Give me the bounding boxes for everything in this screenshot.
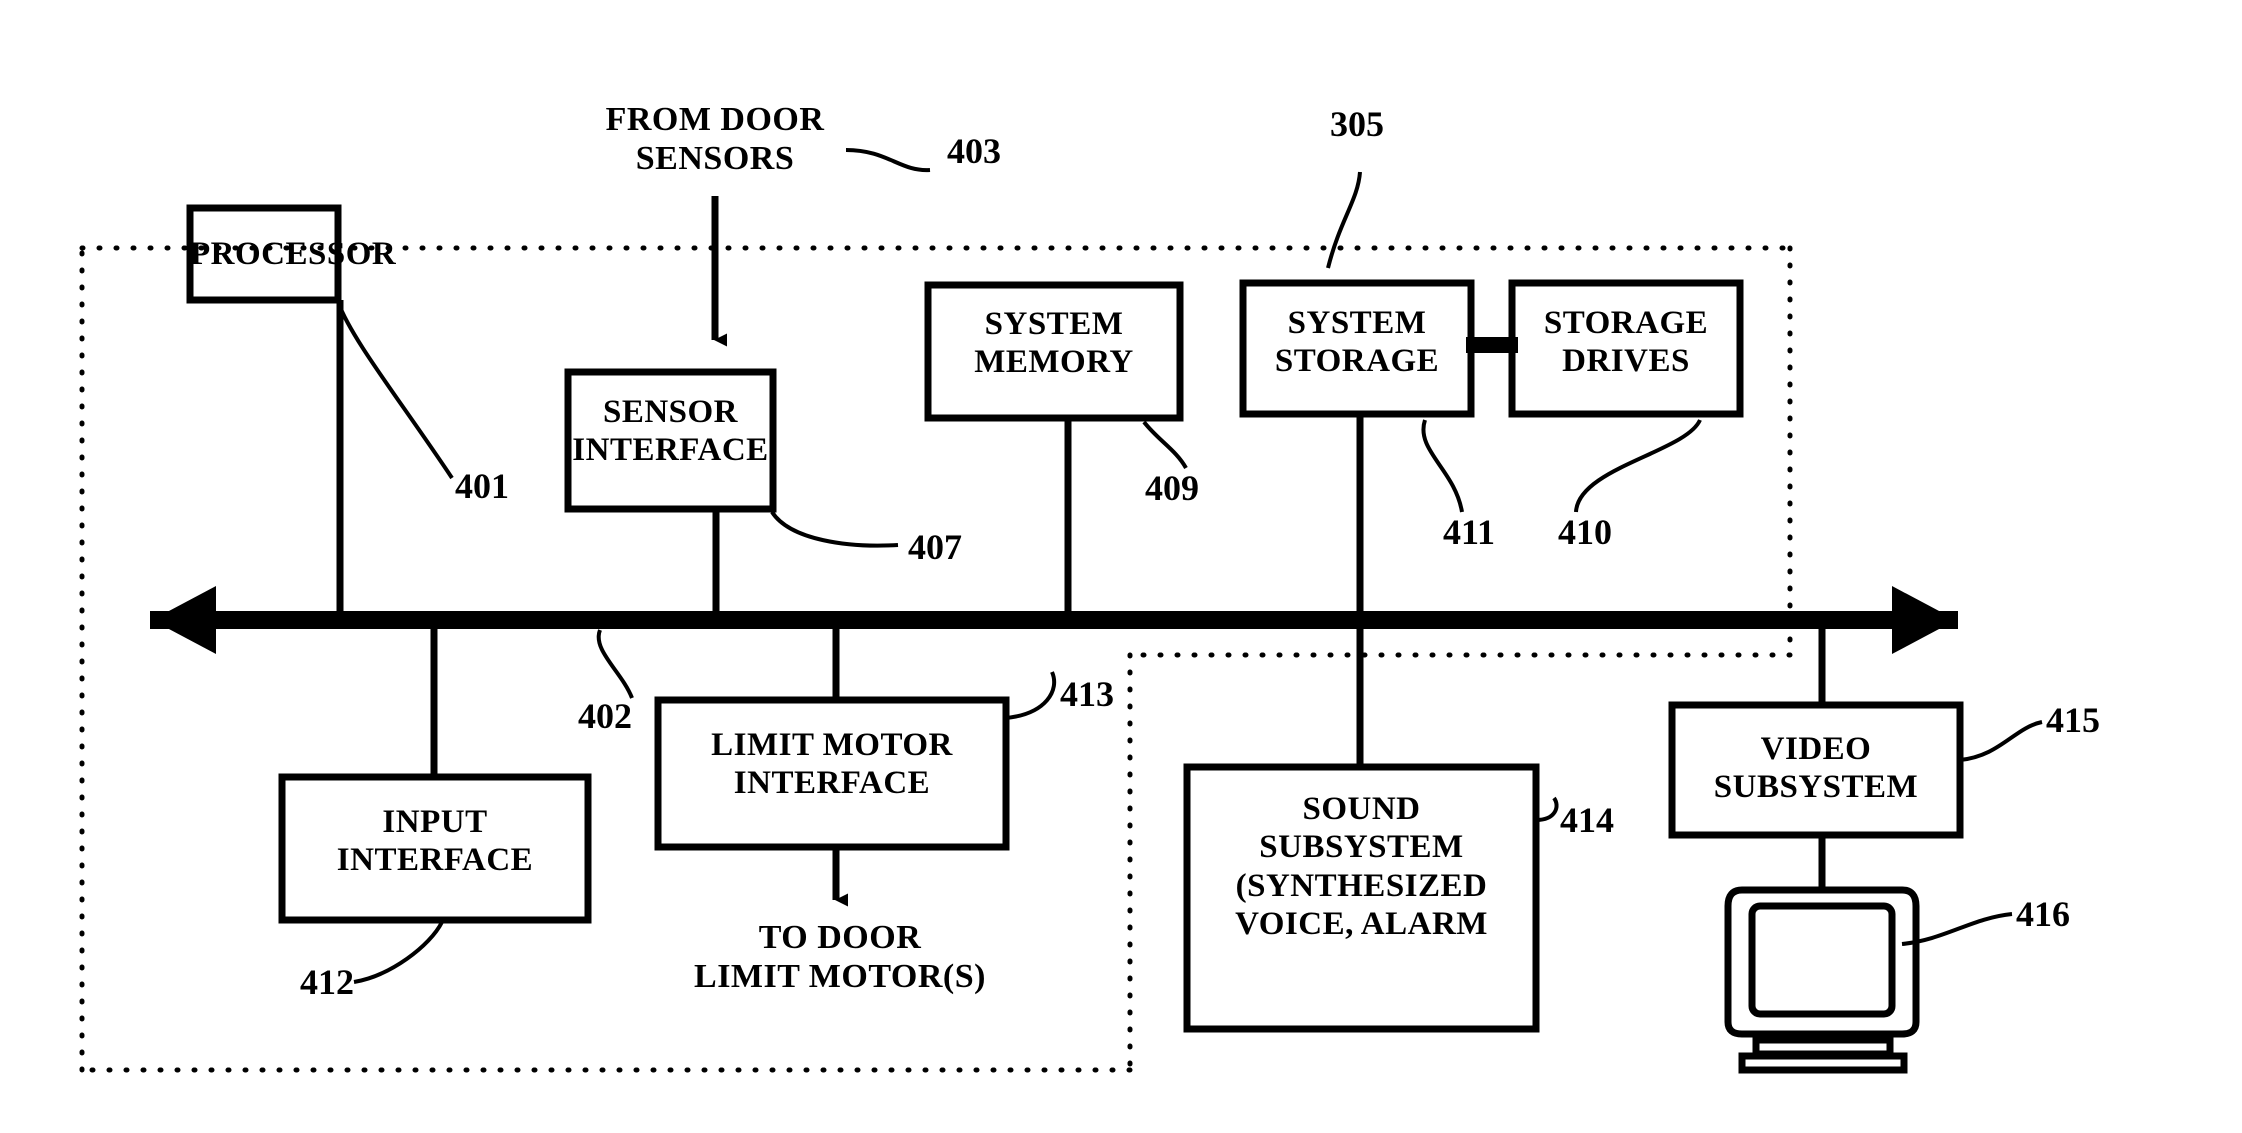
ref-410: 410 (1558, 512, 1612, 552)
patent-figure: FROM DOOR SENSORS TO DOOR LIMIT MOTOR(S)… (0, 0, 2242, 1133)
leader-410 (1574, 418, 1702, 513)
ref-416: 416 (2016, 894, 2070, 934)
ref-415: 415 (2046, 700, 2100, 740)
ref-407: 407 (908, 527, 962, 567)
label-system-memory: SYSTEM MEMORY (974, 306, 1134, 381)
leader-407 (770, 510, 899, 548)
leader-412 (353, 921, 444, 984)
leader-415 (1959, 720, 2043, 762)
label-input-interface: INPUT INTERFACE (336, 804, 534, 879)
ref-401: 401 (455, 466, 509, 506)
label-limit-motor-interface: LIMIT MOTOR INTERFACE (711, 727, 953, 802)
leader-401 (336, 301, 454, 480)
ref-411: 411 (1443, 512, 1496, 552)
system-bus (150, 586, 1958, 654)
leader-411 (1421, 419, 1464, 513)
label-system-storage: SYSTEM STORAGE (1274, 305, 1440, 380)
ref-305: 305 (1330, 104, 1384, 144)
label-processor: PROCESSOR (190, 236, 397, 272)
ref-413: 413 (1060, 674, 1114, 714)
label-video-subsystem: VIDEO SUBSYSTEM (1713, 731, 1919, 806)
leader-409 (1142, 420, 1188, 470)
annotation-to-door-limit-motor: TO DOOR LIMIT MOTOR(S) (694, 919, 986, 996)
ref-403: 403 (947, 131, 1001, 171)
annotation-from-door-sensors: FROM DOOR SENSORS (605, 101, 825, 178)
label-sound-subsystem: SOUND SUBSYSTEM (SYNTHESIZED VOICE, ALAR… (1235, 791, 1488, 942)
ref-414: 414 (1560, 800, 1614, 840)
display-monitor (1724, 835, 1920, 1074)
ref-402: 402 (578, 696, 632, 736)
ref-409: 409 (1145, 468, 1199, 508)
ref-412: 412 (300, 962, 354, 1002)
leader-402 (596, 629, 634, 699)
leader-413 (1005, 671, 1057, 720)
label-storage-drives: STORAGE DRIVES (1543, 305, 1709, 380)
label-sensor-interface: SENSOR INTERFACE (572, 394, 769, 469)
leader-305 (1326, 171, 1362, 269)
